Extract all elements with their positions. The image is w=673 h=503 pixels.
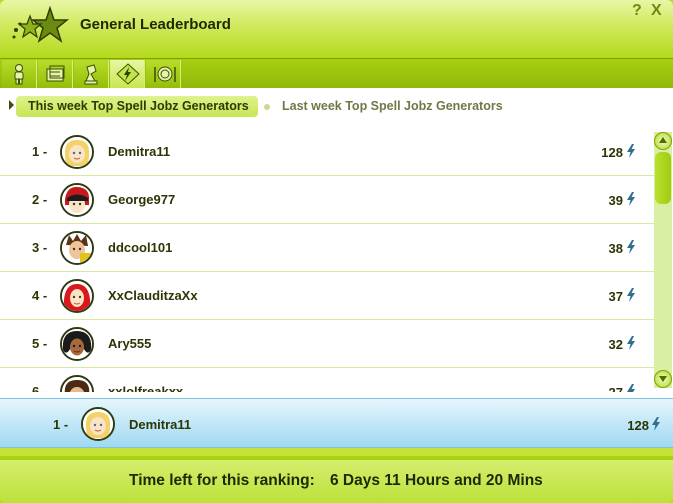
rank-label: 2 - xyxy=(32,192,48,207)
window-title: General Leaderboard xyxy=(80,16,231,33)
username[interactable]: Ary555 xyxy=(108,336,151,351)
leaderboard-panel: This week Top Spell Jobz Generators Last… xyxy=(0,88,673,398)
table-row[interactable]: 3 - ddcool101 38 xyxy=(0,224,655,272)
tab-chess[interactable] xyxy=(74,60,109,88)
username[interactable]: XxClauditzaXx xyxy=(108,288,198,303)
tab-food[interactable] xyxy=(146,60,181,88)
table-row[interactable]: 6 - xxlolfreakxx 27 xyxy=(0,368,655,392)
bank-icon xyxy=(46,65,65,82)
scroll-thumb[interactable] xyxy=(655,152,671,204)
person-icon xyxy=(14,64,24,85)
username[interactable]: xxlolfreakxx xyxy=(108,384,183,392)
lightning-icon xyxy=(627,144,635,158)
category-tab-bar xyxy=(0,58,673,88)
stars-logo-icon xyxy=(12,5,70,43)
tab-last-week[interactable]: Last week Top Spell Jobz Generators xyxy=(282,96,503,117)
lightning-icon xyxy=(116,63,140,85)
rank-label: 1 - xyxy=(53,417,69,432)
tab-bank[interactable] xyxy=(38,60,73,88)
tab-spells[interactable] xyxy=(110,60,145,88)
avatar[interactable] xyxy=(60,183,94,217)
table-row[interactable]: 5 - Ary555 32 xyxy=(0,320,655,368)
help-button[interactable]: ? xyxy=(632,2,642,20)
rank-label: 6 - xyxy=(32,384,48,392)
list-scrollbar[interactable] xyxy=(654,132,672,388)
table-row[interactable]: 4 - XxClauditzaXx 37 xyxy=(0,272,655,320)
title-bar[interactable]: General Leaderboard ? X xyxy=(0,0,673,58)
rank-label: 3 - xyxy=(32,240,48,255)
current-user-row[interactable]: 1 - Demitra11 128 xyxy=(0,398,673,448)
lightning-icon xyxy=(627,240,635,254)
lightning-icon xyxy=(627,192,635,206)
avatar[interactable] xyxy=(81,407,115,441)
tab-avatar[interactable] xyxy=(2,60,37,88)
score-value: 37 xyxy=(608,289,623,304)
dining-icon xyxy=(154,66,176,82)
username[interactable]: George977 xyxy=(108,192,175,207)
table-row[interactable]: 1 - Demitra11 128 xyxy=(0,128,655,176)
username[interactable]: Demitra11 xyxy=(108,144,170,159)
scroll-down-button[interactable] xyxy=(654,370,672,388)
score-value: 39 xyxy=(608,193,623,208)
avatar[interactable] xyxy=(60,279,94,313)
selected-arrow-icon xyxy=(9,100,14,110)
bullet-icon xyxy=(264,104,270,110)
pawn-icon xyxy=(84,64,98,85)
lightning-icon xyxy=(627,384,635,392)
week-subtabs: This week Top Spell Jobz Generators Last… xyxy=(0,88,673,124)
leaderboard-window: General Leaderboard ? X This week Top Sp… xyxy=(0,0,673,503)
avatar[interactable] xyxy=(60,135,94,169)
avatar[interactable] xyxy=(60,327,94,361)
score-value: 38 xyxy=(608,241,623,256)
close-button[interactable]: X xyxy=(651,2,662,20)
rank-label: 1 - xyxy=(32,144,48,159)
lightning-icon xyxy=(627,336,635,350)
score-value: 128 xyxy=(601,145,623,160)
username[interactable]: ddcool101 xyxy=(108,240,172,255)
time-left-value: 6 Days 11 Hours and 20 Mins xyxy=(330,472,543,489)
time-left-label: Time left for this ranking: xyxy=(129,472,315,489)
rank-label: 4 - xyxy=(32,288,48,303)
table-row[interactable]: 2 - George977 39 xyxy=(0,176,655,224)
score-value: 27 xyxy=(609,385,623,392)
lightning-icon xyxy=(652,417,660,431)
score-value: 128 xyxy=(627,418,649,433)
tab-this-week[interactable]: This week Top Spell Jobz Generators xyxy=(16,96,258,117)
avatar[interactable] xyxy=(60,375,94,392)
avatar[interactable] xyxy=(60,231,94,265)
lightning-icon xyxy=(627,288,635,302)
username[interactable]: Demitra11 xyxy=(129,417,191,432)
rank-label: 5 - xyxy=(32,336,48,351)
ranking-footer: Time left for this ranking: 6 Days 11 Ho… xyxy=(0,460,673,503)
leaderboard-list[interactable]: 1 - Demitra11 128 2 - George977 39 3 - d… xyxy=(0,128,655,392)
score-value: 32 xyxy=(608,337,623,352)
scroll-up-button[interactable] xyxy=(654,132,672,150)
